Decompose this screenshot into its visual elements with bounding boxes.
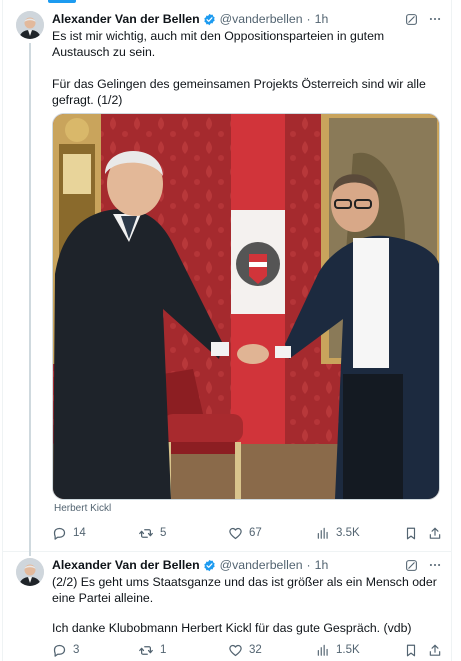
author-handle[interactable]: @vanderbellen: [220, 12, 303, 26]
bookmark-icon: [404, 643, 418, 658]
more-icon[interactable]: [426, 557, 444, 573]
tweet-paragraph: Für das Gelingen des gemeinsamen Projekt…: [52, 77, 426, 107]
reply-count: 14: [73, 527, 86, 539]
grok-icon[interactable]: [402, 557, 420, 573]
photo-tag[interactable]: Herbert Kickl: [54, 503, 111, 514]
author-name[interactable]: Alexander Van der Bellen: [52, 558, 200, 572]
tweet-paragraph: (2/2) Es geht ums Staatsganze und das is…: [52, 575, 437, 605]
tweet-actions: 14 5 67 3.5K: [52, 524, 444, 542]
thread-line: [29, 552, 31, 556]
view-count: 3.5K: [336, 527, 360, 539]
like-button[interactable]: 67: [228, 524, 262, 542]
reply-icon: [52, 643, 67, 658]
bookmark-icon: [404, 526, 418, 541]
share-icon: [428, 526, 442, 541]
tweet-text: Ich danke Klubobmann Herbert Kickl für d…: [52, 620, 440, 636]
share-button[interactable]: [428, 641, 442, 659]
grok-icon[interactable]: [402, 11, 420, 27]
share-icon: [428, 643, 442, 658]
bookmark-button[interactable]: [404, 524, 418, 542]
separator-dot: ·: [306, 12, 311, 26]
more-icon[interactable]: [426, 11, 444, 27]
tweet-text: (2/2) Es geht ums Staatsganze und das is…: [52, 574, 440, 606]
view-count: 1.5K: [336, 644, 360, 656]
like-button[interactable]: 32: [228, 641, 262, 659]
views-button[interactable]: 3.5K: [316, 524, 360, 542]
tweet-photo[interactable]: [52, 113, 440, 500]
like-count: 67: [249, 527, 262, 539]
views-icon: [316, 526, 330, 540]
bookmark-button[interactable]: [404, 641, 418, 659]
share-button[interactable]: [428, 524, 442, 542]
author-name[interactable]: Alexander Van der Bellen: [52, 12, 200, 26]
reply-button[interactable]: 14: [52, 524, 86, 542]
thread-line: [29, 43, 31, 552]
repost-icon: [138, 526, 154, 541]
tweet[interactable]: Alexander Van der Bellen @vanderbellen ·…: [2, 552, 452, 661]
tweet-paragraph: Ich danke Klubobmann Herbert Kickl für d…: [52, 621, 412, 635]
tweet-paragraph: Es ist mir wichtig, auch mit den Opposit…: [52, 29, 385, 59]
like-count: 32: [249, 644, 262, 656]
verified-badge-icon: [203, 559, 216, 572]
tweet-text: Für das Gelingen des gemeinsamen Projekt…: [52, 76, 440, 108]
author-handle[interactable]: @vanderbellen: [220, 558, 303, 572]
reply-button[interactable]: 3: [52, 641, 79, 659]
repost-button[interactable]: 1: [138, 641, 166, 659]
tweet-header: Alexander Van der Bellen @vanderbellen ·…: [52, 557, 444, 573]
tweet-text: Es ist mir wichtig, auch mit den Opposit…: [52, 28, 440, 60]
tweet-actions: 3 1 32 1.5K: [52, 641, 444, 659]
avatar[interactable]: [16, 11, 44, 39]
reply-icon: [52, 526, 67, 541]
like-icon: [228, 643, 243, 658]
verified-badge-icon: [203, 13, 216, 26]
repost-count: 1: [160, 644, 167, 656]
views-icon: [316, 643, 330, 657]
repost-count: 5: [160, 527, 167, 539]
like-icon: [228, 526, 243, 541]
views-button[interactable]: 1.5K: [316, 641, 360, 659]
repost-button[interactable]: 5: [138, 524, 166, 542]
repost-icon: [138, 643, 154, 658]
reply-count: 3: [73, 644, 80, 656]
tweet-timestamp[interactable]: 1h: [315, 558, 329, 572]
separator-dot: ·: [306, 558, 311, 572]
tweet[interactable]: Alexander Van der Bellen @vanderbellen ·…: [2, 0, 452, 552]
avatar[interactable]: [16, 558, 44, 586]
tweet-timestamp[interactable]: 1h: [315, 12, 329, 26]
tweet-header: Alexander Van der Bellen @vanderbellen ·…: [52, 11, 444, 27]
